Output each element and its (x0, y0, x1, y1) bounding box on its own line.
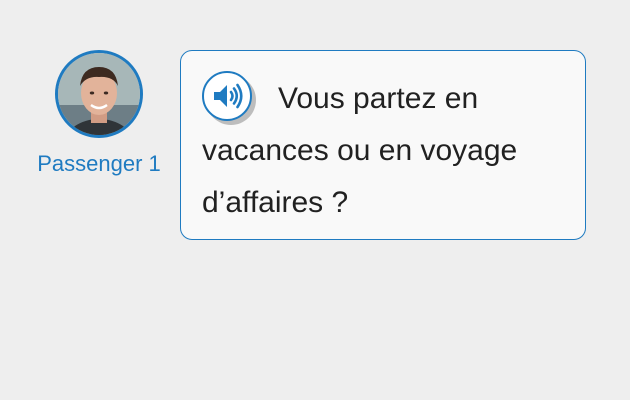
speaker-block: Passenger 1 (26, 50, 172, 177)
person-photo-icon (58, 53, 140, 135)
phrase-text: Vous partez en vacances ou en voyage d’a… (202, 82, 518, 219)
speaker-volume-icon (214, 83, 243, 109)
play-audio-button[interactable] (202, 71, 252, 121)
avatar (55, 50, 143, 138)
speech-bubble: Vous partez en vacances ou en voyage d’a… (180, 50, 586, 240)
speaker-name: Passenger 1 (37, 151, 161, 176)
